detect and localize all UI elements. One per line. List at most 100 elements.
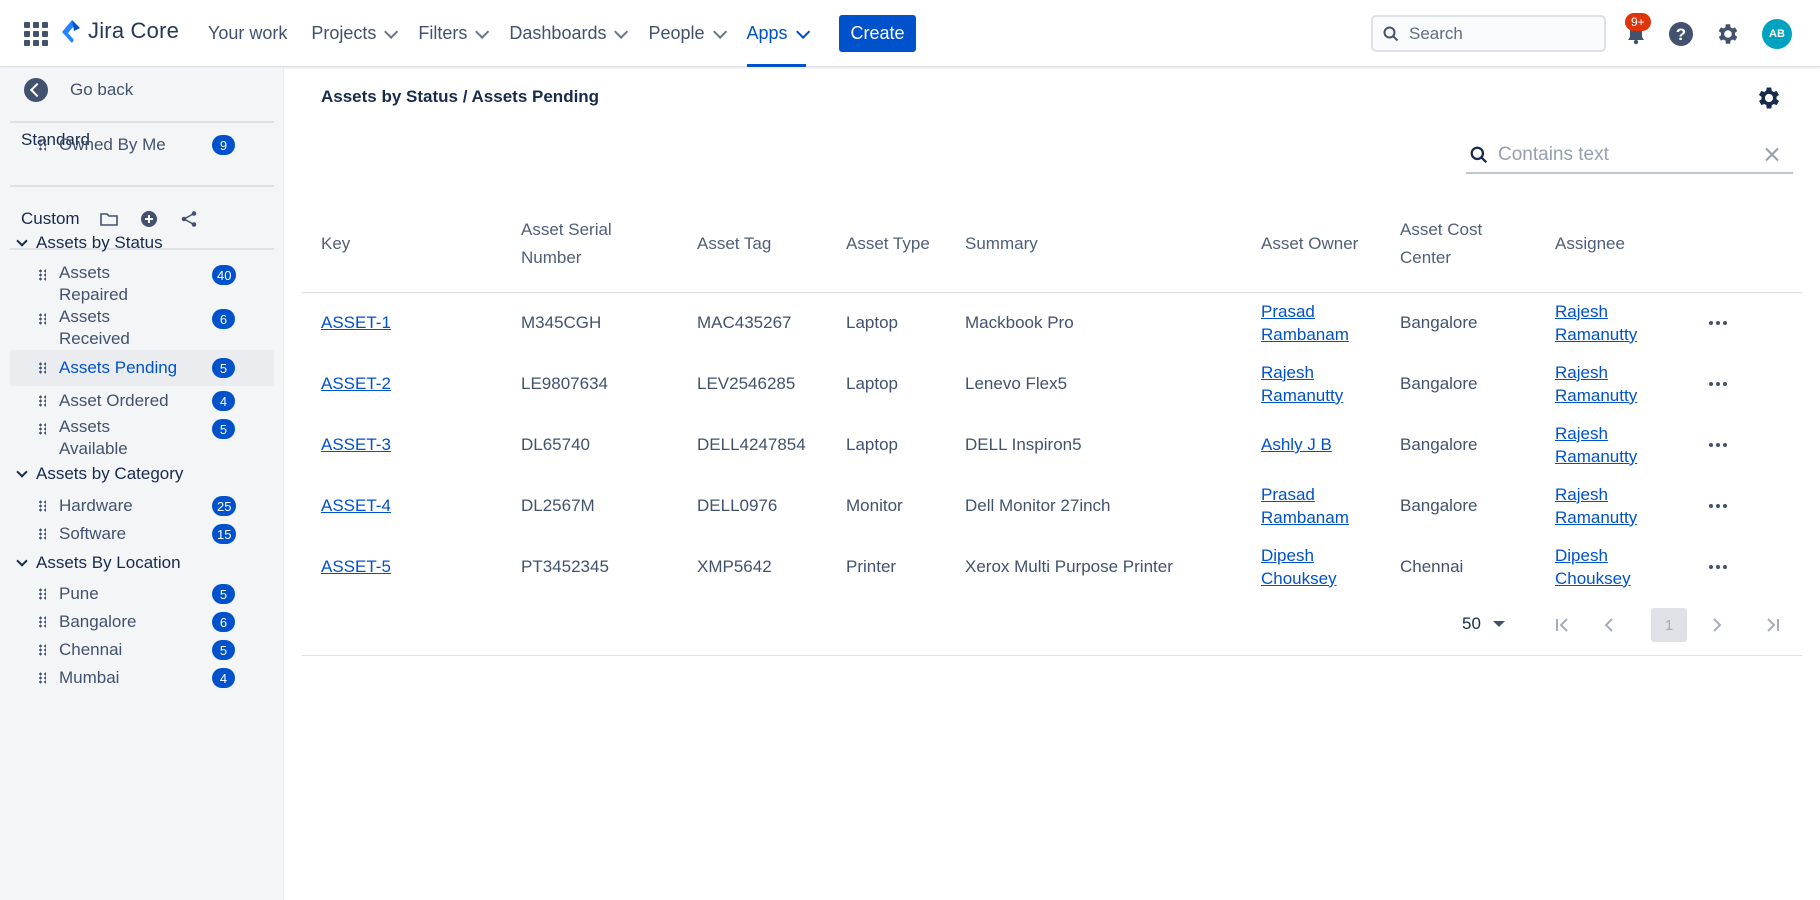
- table-row[interactable]: ASSET-2 LE9807634 LEV2546285 Laptop Lenevo F…: [302, 353, 1802, 414]
- jira-logo-icon: [62, 20, 80, 43]
- nav-projects[interactable]: Projects: [299, 0, 406, 67]
- sidebar-item-assets-pending[interactable]: Assets Pending 5: [10, 350, 274, 386]
- column-header-summary[interactable]: Summary: [946, 196, 1242, 293]
- assignee-link[interactable]: Rajesh Ramanutty: [1555, 300, 1665, 346]
- group-assets-by-category[interactable]: Assets by Category: [16, 464, 183, 484]
- group-assets-by-status[interactable]: Assets by Status: [16, 233, 163, 253]
- assignee-link[interactable]: Rajesh Ramanutty: [1555, 483, 1665, 529]
- more-actions-icon[interactable]: [1705, 378, 1792, 390]
- add-filter-icon[interactable]: [138, 208, 160, 230]
- drag-handle-icon[interactable]: [38, 395, 46, 407]
- column-header-assignee[interactable]: Assignee: [1536, 196, 1686, 293]
- drag-handle-icon[interactable]: [38, 616, 46, 628]
- go-back-button[interactable]: Go back: [24, 78, 133, 102]
- nav-your-work[interactable]: Your work: [196, 0, 299, 67]
- drag-handle-icon[interactable]: [38, 500, 46, 512]
- help-button[interactable]: ?: [1665, 18, 1697, 50]
- drag-handle-icon[interactable]: [38, 313, 46, 325]
- sidebar-item-software[interactable]: Software 15: [10, 516, 274, 552]
- issue-key-link[interactable]: ASSET-3: [321, 435, 391, 454]
- owner-link[interactable]: Dipesh Chouksey: [1261, 544, 1371, 590]
- chevron-down-icon: [614, 24, 629, 39]
- issue-key-link[interactable]: ASSET-4: [321, 496, 391, 515]
- sidebar-item-label: Mumbai: [59, 668, 120, 687]
- folder-icon[interactable]: [98, 208, 120, 230]
- app-switcher-icon[interactable]: [24, 22, 48, 46]
- cell-summary: Dell Monitor 27inch: [965, 496, 1111, 515]
- column-header-asset-tag[interactable]: Asset Tag: [678, 196, 827, 293]
- column-header-asset-type[interactable]: Asset Type: [827, 196, 946, 293]
- cell-type: Laptop: [846, 435, 898, 454]
- table-row[interactable]: ASSET-3 DL65740 DELL4247854 Laptop DELL Insp…: [302, 414, 1802, 475]
- table-row[interactable]: ASSET-1 M345CGH MAC435267 Laptop Mackbook Pr…: [302, 292, 1802, 353]
- count-badge: 4: [212, 668, 235, 688]
- drag-handle-icon[interactable]: [38, 588, 46, 600]
- create-button[interactable]: Create: [839, 15, 916, 52]
- search-input[interactable]: [1409, 23, 1589, 44]
- nav-label: Projects: [311, 23, 377, 43]
- page-size-select[interactable]: 50: [1462, 614, 1505, 634]
- cell-actions: [1686, 475, 1802, 536]
- column-header-asset-serial-number[interactable]: Asset Serial Number: [502, 196, 678, 293]
- assignee-link[interactable]: Rajesh Ramanutty: [1555, 422, 1665, 468]
- owner-link[interactable]: Rajesh Ramanutty: [1261, 361, 1371, 407]
- cell-summary: Lenevo Flex5: [965, 374, 1068, 393]
- clear-icon[interactable]: [1765, 147, 1779, 161]
- more-actions-icon[interactable]: [1705, 500, 1792, 512]
- nav-apps[interactable]: Apps: [735, 0, 818, 67]
- cell-owner: Ashly J B: [1242, 414, 1381, 475]
- sidebar-item-assets-received[interactable]: Assets Received 6: [10, 301, 274, 351]
- cell-key: ASSET-5: [302, 536, 502, 597]
- divider: [10, 185, 274, 187]
- global-search[interactable]: [1371, 15, 1606, 52]
- count-badge: 5: [212, 419, 235, 439]
- table-text-filter[interactable]: [1466, 137, 1793, 174]
- table-row[interactable]: ASSET-5 PT3452345 XMP5642 Printer Xerox Mult…: [302, 536, 1802, 597]
- more-actions-icon[interactable]: [1705, 439, 1792, 451]
- next-page-button[interactable]: [1699, 608, 1735, 642]
- assignee-link[interactable]: Dipesh Chouksey: [1555, 544, 1665, 590]
- drag-handle-icon[interactable]: [38, 362, 46, 374]
- column-header-asset-cost-center[interactable]: Asset Cost Center: [1381, 196, 1536, 293]
- drag-handle-icon[interactable]: [38, 423, 46, 435]
- nav-filters[interactable]: Filters: [406, 0, 497, 67]
- drag-handle-icon[interactable]: [38, 269, 46, 281]
- assignee-link[interactable]: Rajesh Ramanutty: [1555, 361, 1665, 407]
- last-page-button[interactable]: [1754, 608, 1790, 642]
- drag-handle-icon[interactable]: [38, 528, 46, 540]
- nav-people[interactable]: People: [636, 0, 734, 67]
- column-header-asset-owner[interactable]: Asset Owner: [1242, 196, 1381, 293]
- sidebar-item-assets-available[interactable]: Assets Available 5: [10, 411, 274, 461]
- more-actions-icon[interactable]: [1705, 561, 1792, 573]
- cell-actions: [1686, 292, 1802, 353]
- issue-key-link[interactable]: ASSET-5: [321, 557, 391, 576]
- group-assets-by-location[interactable]: Assets By Location: [16, 553, 181, 573]
- view-settings-button[interactable]: [1755, 84, 1783, 112]
- issue-key-link[interactable]: ASSET-1: [321, 313, 391, 332]
- drag-handle-icon[interactable]: [38, 672, 46, 684]
- sidebar-item-label: Assets Pending: [59, 358, 178, 377]
- issue-key-link[interactable]: ASSET-2: [321, 374, 391, 393]
- settings-button[interactable]: [1712, 18, 1744, 50]
- table-row[interactable]: ASSET-4 DL2567M DELL0976 Monitor Dell Monito…: [302, 475, 1802, 536]
- drag-handle-icon[interactable]: [38, 139, 46, 151]
- filter-input[interactable]: [1498, 143, 1738, 166]
- jira-logo[interactable]: Jira Core: [60, 18, 179, 44]
- page-1-button[interactable]: 1: [1651, 608, 1687, 642]
- drag-handle-icon[interactable]: [38, 644, 46, 656]
- owner-link[interactable]: Ashly J B: [1261, 433, 1332, 456]
- owner-link[interactable]: Prasad Rambanam: [1261, 300, 1371, 346]
- share-icon[interactable]: [178, 208, 200, 230]
- user-avatar[interactable]: AB: [1762, 19, 1792, 49]
- more-actions-icon[interactable]: [1705, 317, 1792, 329]
- owner-link[interactable]: Prasad Rambanam: [1261, 483, 1371, 529]
- column-header-key[interactable]: Key: [302, 196, 502, 293]
- group-label: Assets by Status: [36, 233, 163, 252]
- previous-page-button[interactable]: [1591, 608, 1627, 642]
- nav-dashboards[interactable]: Dashboards: [497, 0, 636, 67]
- first-page-button[interactable]: [1545, 608, 1581, 642]
- sidebar-item-assets-repaired[interactable]: Assets Repaired 40: [10, 257, 274, 307]
- svg-text:?: ?: [1676, 25, 1686, 44]
- sidebar-item-owned-by-me[interactable]: Owned By Me 9: [10, 127, 274, 163]
- sidebar-item-mumbai[interactable]: Mumbai 4: [10, 660, 274, 696]
